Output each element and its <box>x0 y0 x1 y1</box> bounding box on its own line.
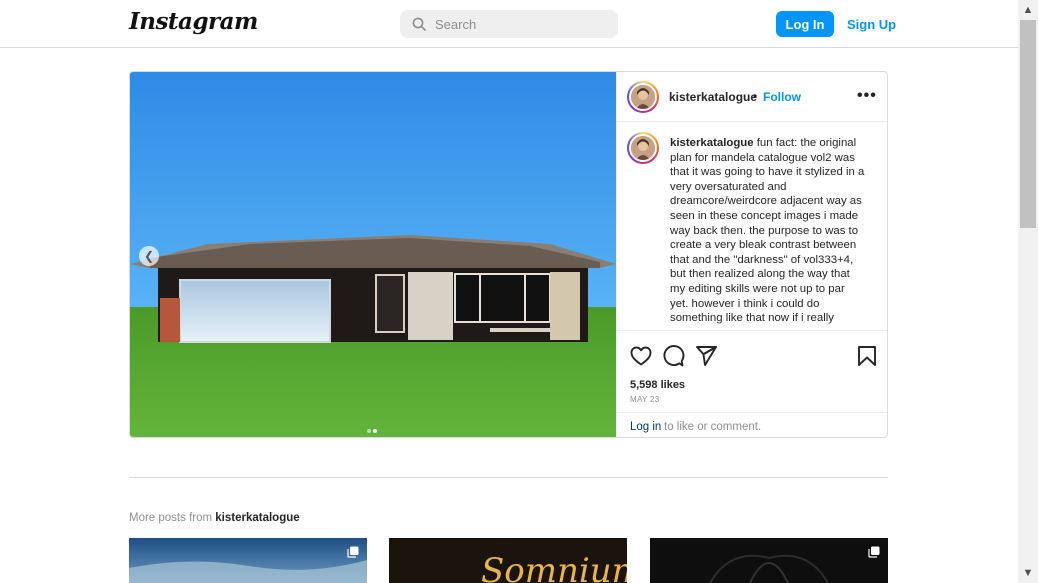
search-input[interactable] <box>435 15 605 33</box>
login-prompt-text: to like or comment. <box>664 421 762 433</box>
caption-area: kisterkatalogue fun fact: the original p… <box>617 123 887 328</box>
carousel-indicator <box>366 420 378 437</box>
more-options-icon[interactable]: ••• <box>857 88 877 104</box>
search-box[interactable] <box>400 10 618 38</box>
follow-button[interactable]: Follow <box>763 90 801 104</box>
login-prompt: Log in to like or comment. <box>617 412 887 437</box>
heart-icon[interactable] <box>629 344 653 368</box>
post-media[interactable]: ❮ <box>130 72 616 437</box>
post-thumbnail[interactable] <box>650 538 888 583</box>
post-caption: kisterkatalogue fun fact: the original p… <box>670 136 866 326</box>
comment-icon[interactable] <box>661 344 685 368</box>
somnium-title: Somnium <box>481 551 627 583</box>
scroll-down-icon[interactable]: ▼ <box>1018 563 1038 583</box>
carousel-dot <box>367 429 371 433</box>
multiple-images-icon <box>347 546 359 558</box>
scrollbar[interactable]: ▲ ▼ <box>1018 0 1038 583</box>
avatar-image <box>629 83 657 111</box>
top-nav: Instagram Log In Sign Up <box>0 0 1018 48</box>
login-link[interactable]: Log in <box>630 421 661 433</box>
scroll-up-icon[interactable]: ▲ <box>1018 0 1038 20</box>
thumbnail-image: Somnium <box>389 538 627 583</box>
post-actions: 5,598 likes MAY 23 <box>617 330 887 412</box>
post-username[interactable]: kisterkatalogue <box>669 90 757 104</box>
caption-avatar[interactable] <box>627 132 659 164</box>
instagram-logo[interactable]: Instagram <box>129 8 258 35</box>
post-card: ❮ kisterkatalogue • Follow ••• kisterkat… <box>129 71 888 438</box>
bookmark-icon[interactable] <box>855 344 879 368</box>
post-thumbnail[interactable] <box>129 538 367 583</box>
caption-text: fun fact: the original plan for mandela … <box>670 137 865 325</box>
house-image <box>130 72 616 437</box>
thumbnail-image <box>650 538 888 583</box>
post-header: kisterkatalogue • Follow ••• <box>617 72 887 122</box>
share-icon[interactable] <box>694 344 718 368</box>
scrollbar-thumb[interactable] <box>1020 20 1036 228</box>
separator-dot: • <box>753 89 758 103</box>
avatar-image <box>629 134 657 162</box>
search-icon <box>412 17 426 31</box>
post-thumbnail[interactable]: Somnium <box>389 538 627 583</box>
post-date[interactable]: MAY 23 <box>630 395 660 404</box>
more-posts-username[interactable]: kisterkatalogue <box>215 512 299 524</box>
likes-count[interactable]: 5,598 likes <box>630 379 685 391</box>
carousel-dot-active <box>373 429 377 433</box>
chevron-left-icon[interactable]: ❮ <box>139 246 159 266</box>
login-button[interactable]: Log In <box>776 11 834 37</box>
multiple-images-icon <box>868 546 880 558</box>
caption-username[interactable]: kisterkatalogue <box>670 137 754 149</box>
signup-link[interactable]: Sign Up <box>847 17 896 32</box>
avatar[interactable] <box>627 81 659 113</box>
post-sidebar: kisterkatalogue • Follow ••• kisterkatal… <box>616 72 887 437</box>
more-posts-heading: More posts from kisterkatalogue <box>129 512 300 524</box>
section-divider <box>129 477 888 478</box>
more-posts-prefix: More posts from <box>129 512 216 524</box>
thumbnail-image <box>129 538 367 583</box>
